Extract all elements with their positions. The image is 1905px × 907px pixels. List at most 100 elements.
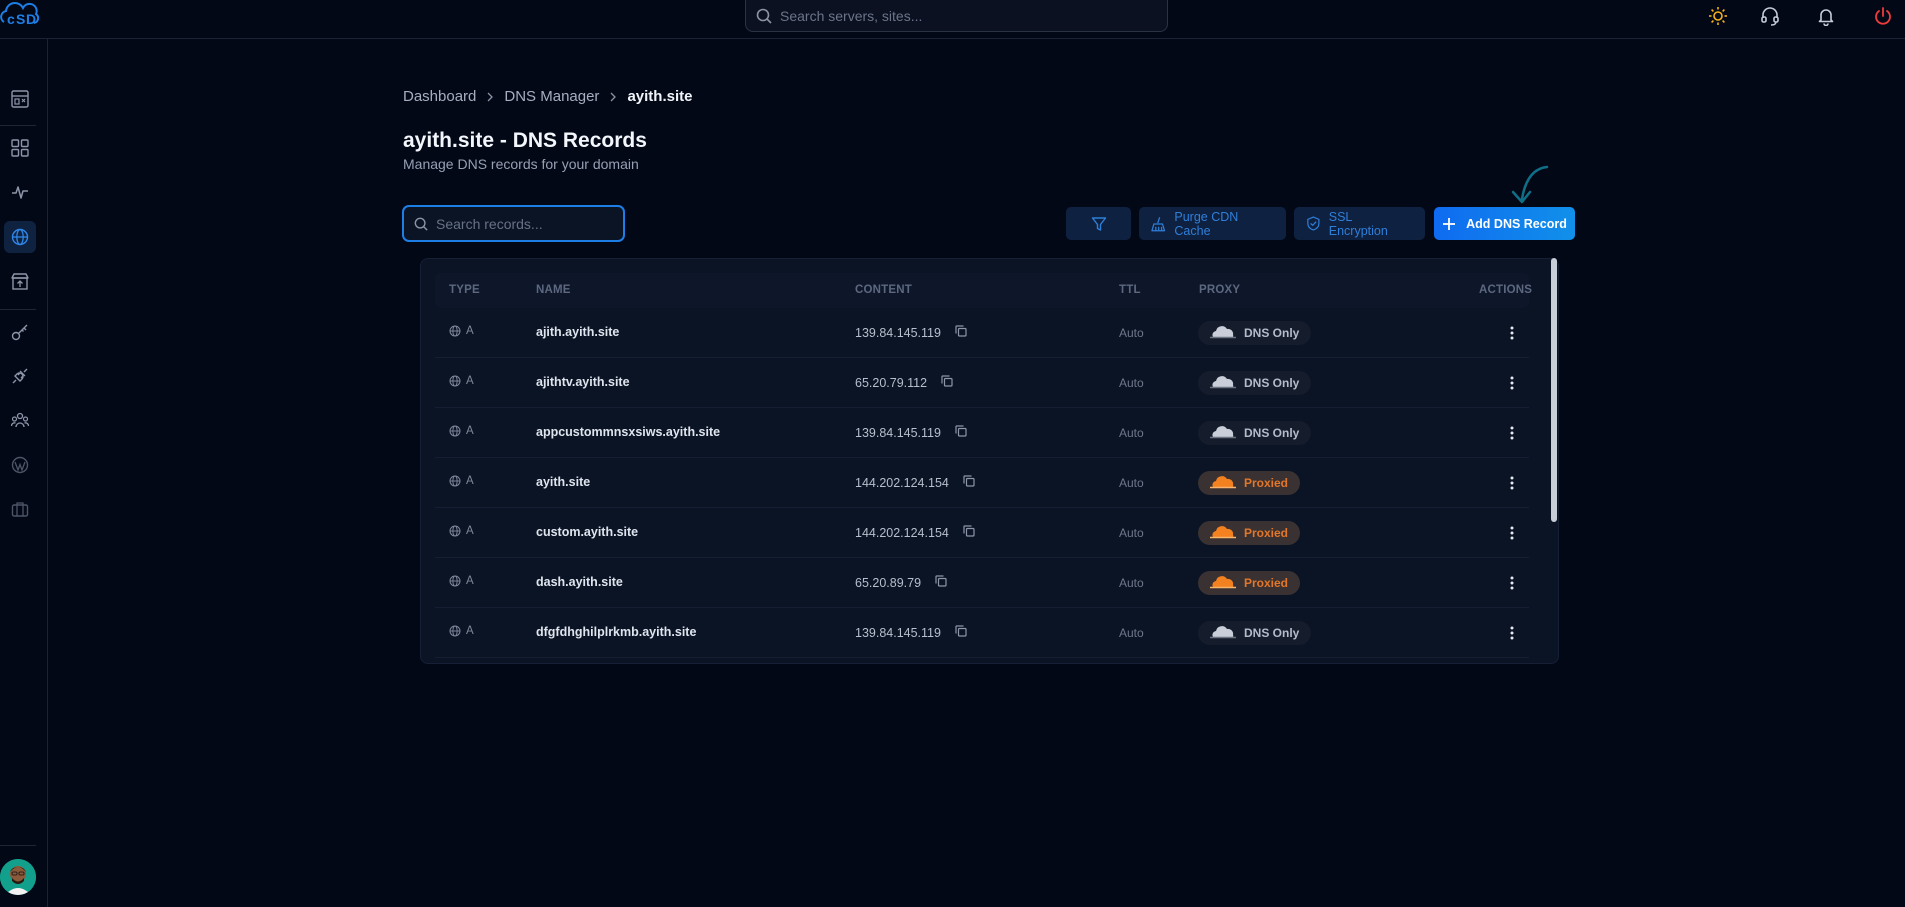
record-type-label: A: [466, 375, 474, 387]
table-row[interactable]: A appcustommnsxsiws.ayith.site 139.84.14…: [435, 408, 1529, 458]
record-content-cell: 144.202.124.154: [855, 475, 975, 490]
record-name: custom.ayith.site: [536, 525, 639, 539]
sidebar: [0, 39, 48, 907]
chevron-right-icon: [608, 92, 618, 102]
sidebar-item-store-upload-icon[interactable]: [4, 265, 36, 297]
sidebar-item-plug-icon[interactable]: [4, 360, 36, 392]
cloud-icon: [1210, 575, 1236, 592]
sidebar-item-dashboard-icon[interactable]: [4, 132, 36, 164]
sidebar-item-key-icon[interactable]: [4, 316, 36, 348]
filter-button[interactable]: [1066, 207, 1131, 240]
proxy-status-toggle[interactable]: DNS Only: [1198, 371, 1312, 395]
record-content-cell: 139.84.145.119: [855, 325, 967, 340]
sidebar-item-team-icon[interactable]: [4, 404, 36, 436]
globe-icon: [449, 575, 461, 587]
globe-icon: [449, 375, 461, 387]
record-content: 139.84.145.119: [855, 425, 941, 440]
cloud-icon: [1210, 625, 1236, 642]
copy-icon[interactable]: [963, 525, 975, 540]
user-avatar[interactable]: [0, 859, 36, 895]
row-actions-menu-icon[interactable]: [1502, 473, 1522, 493]
proxy-status-toggle[interactable]: Proxied: [1198, 571, 1301, 595]
record-ttl: Auto: [1119, 476, 1144, 490]
sidebar-item-activity-icon[interactable]: [4, 176, 36, 208]
record-type-cell: A: [449, 625, 474, 637]
row-actions-menu-icon[interactable]: [1502, 373, 1522, 393]
global-search-box[interactable]: [745, 0, 1168, 32]
sidebar-item-dns-globe-icon[interactable]: [4, 221, 36, 253]
record-name: dfgfdhghilplrkmb.ayith.site: [536, 625, 697, 639]
sidebar-item-briefcase-icon[interactable]: [4, 493, 36, 525]
record-name: dash.ayith.site: [536, 575, 623, 589]
svg-text:c: c: [7, 11, 15, 27]
table-row[interactable]: A dash.ayith.site 65.20.89.79 Auto Proxi…: [435, 558, 1529, 608]
record-content: 139.84.145.119: [855, 325, 941, 340]
column-header-content[interactable]: CONTENT: [855, 284, 912, 296]
table-row[interactable]: A custom.ayith.site 144.202.124.154 Auto…: [435, 508, 1529, 558]
table-row[interactable]: A ajithtv.ayith.site 65.20.79.112 Auto D…: [435, 358, 1529, 408]
globe-icon: [449, 425, 461, 437]
record-type-label: A: [466, 575, 474, 587]
table-row[interactable]: A ayith.site 144.202.124.154 Auto Proxie…: [435, 458, 1529, 508]
power-logout-icon[interactable]: [1871, 4, 1895, 28]
purge-cdn-cache-button[interactable]: Purge CDN Cache: [1139, 207, 1286, 240]
row-actions-menu-icon[interactable]: [1502, 623, 1522, 643]
table-row[interactable]: A dfgfdhghilplrkmb.ayith.site 139.84.145…: [435, 608, 1529, 658]
record-content-cell: 139.84.145.119: [855, 425, 967, 440]
breadcrumb-current: ayith.site: [627, 88, 693, 105]
dns-records-table: TYPE NAME CONTENT TTL PROXY ACTIONS A aj…: [420, 258, 1559, 664]
record-name: ajithtv.ayith.site: [536, 375, 630, 389]
broom-icon: [1151, 216, 1166, 231]
copy-icon[interactable]: [955, 325, 967, 340]
sidebar-item-overview-icon[interactable]: [4, 83, 36, 115]
copy-icon[interactable]: [955, 625, 967, 640]
theme-toggle-sun-icon[interactable]: [1706, 4, 1730, 28]
proxy-status-label: DNS Only: [1244, 326, 1300, 340]
column-header-name[interactable]: NAME: [536, 284, 571, 296]
proxy-status-toggle[interactable]: Proxied: [1198, 471, 1301, 495]
svg-text:S: S: [16, 11, 25, 27]
sidebar-divider: [0, 125, 36, 126]
record-content: 65.20.89.79: [855, 575, 922, 590]
column-header-proxy[interactable]: PROXY: [1199, 284, 1240, 296]
add-dns-record-button[interactable]: Add DNS Record: [1434, 207, 1575, 240]
global-search-input[interactable]: [780, 7, 1140, 24]
record-content: 144.202.124.154: [855, 475, 949, 490]
proxy-status-toggle[interactable]: Proxied: [1198, 521, 1301, 545]
row-actions-menu-icon[interactable]: [1502, 573, 1522, 593]
proxy-status-toggle[interactable]: DNS Only: [1198, 321, 1312, 345]
table-row[interactable]: A ajith.ayith.site 139.84.145.119 Auto D…: [435, 308, 1529, 358]
copy-icon[interactable]: [935, 575, 947, 590]
table-header: TYPE NAME CONTENT TTL PROXY ACTIONS: [435, 273, 1532, 308]
proxy-status-toggle[interactable]: DNS Only: [1198, 621, 1312, 645]
copy-icon[interactable]: [941, 375, 953, 390]
copy-icon[interactable]: [955, 425, 967, 440]
ssl-encryption-button[interactable]: SSL Encryption: [1294, 207, 1425, 240]
record-content: 139.84.145.119: [855, 625, 941, 640]
support-headset-icon[interactable]: [1758, 4, 1782, 28]
column-header-type[interactable]: TYPE: [449, 284, 480, 296]
row-actions-menu-icon[interactable]: [1502, 323, 1522, 343]
record-search-input[interactable]: [436, 215, 616, 232]
breadcrumb-dashboard-link[interactable]: Dashboard: [403, 88, 476, 105]
cloud-icon: [1210, 425, 1236, 442]
notifications-bell-icon[interactable]: [1814, 4, 1838, 28]
column-header-ttl[interactable]: TTL: [1119, 284, 1141, 296]
proxy-status-label: Proxied: [1244, 476, 1289, 490]
globe-icon: [449, 525, 461, 537]
proxy-status-label: Proxied: [1244, 576, 1289, 590]
sidebar-item-wordpress-icon[interactable]: [4, 449, 36, 481]
sidebar-divider: [0, 845, 36, 846]
row-actions-menu-icon[interactable]: [1502, 423, 1522, 443]
top-bar: c S D: [0, 0, 1905, 39]
table-scrollbar[interactable]: [1551, 258, 1557, 522]
record-ttl: Auto: [1119, 426, 1144, 440]
cloud-icon: [1210, 375, 1236, 392]
record-type-cell: A: [449, 425, 474, 437]
app-logo[interactable]: c S D: [0, 2, 42, 30]
breadcrumb-dns-manager-link[interactable]: DNS Manager: [504, 88, 599, 105]
record-search-box[interactable]: [402, 205, 625, 242]
proxy-status-toggle[interactable]: DNS Only: [1198, 421, 1312, 445]
copy-icon[interactable]: [963, 475, 975, 490]
row-actions-menu-icon[interactable]: [1502, 523, 1522, 543]
